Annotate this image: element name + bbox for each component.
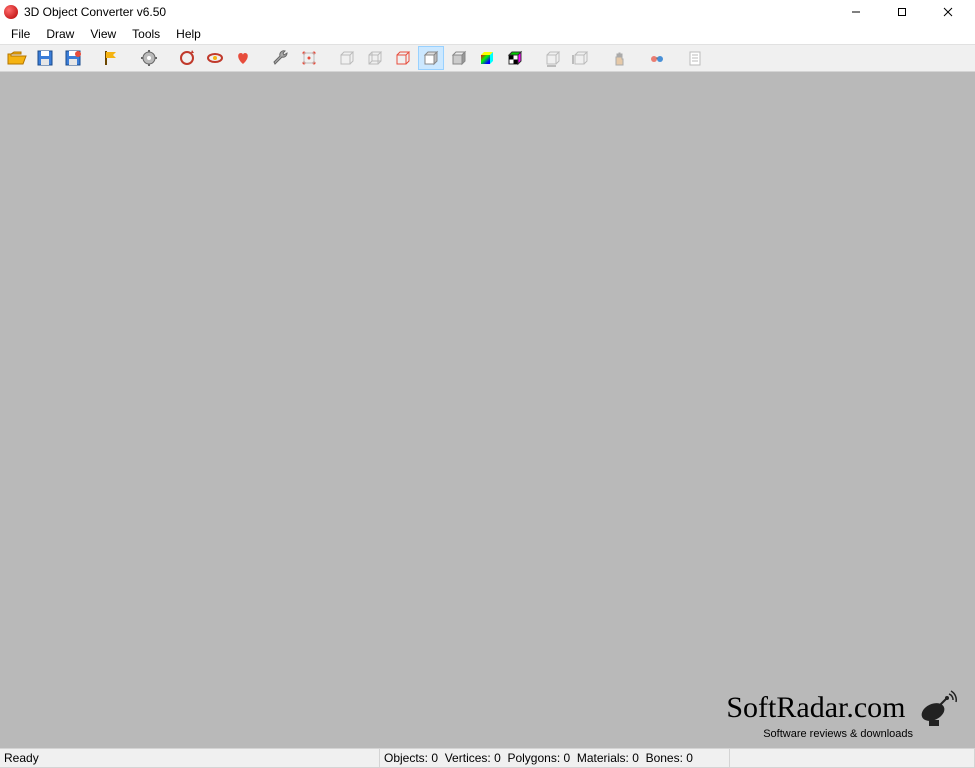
- app-icon: [4, 5, 18, 19]
- flag-button[interactable]: [98, 46, 124, 70]
- glasses-button[interactable]: [644, 46, 670, 70]
- maximize-icon: [897, 7, 907, 17]
- solid-button[interactable]: [418, 46, 444, 70]
- toolbar: [0, 44, 975, 72]
- points-button[interactable]: [296, 46, 322, 70]
- menu-bar: File Draw View Tools Help: [0, 24, 975, 44]
- status-bar: Ready Objects: 0 Vertices: 0 Polygons: 0…: [0, 748, 975, 768]
- rotate-heart-icon: [234, 49, 252, 67]
- settings-button[interactable]: [136, 46, 162, 70]
- watermark: SoftRadar.com Software reviews & downloa…: [726, 690, 957, 740]
- cube-wire2-icon: [366, 49, 384, 67]
- window-title: 3D Object Converter v6.50: [24, 5, 833, 19]
- close-icon: [943, 7, 953, 17]
- save-button[interactable]: [32, 46, 58, 70]
- cube-shaded-icon: [450, 49, 468, 67]
- rotate-heart-button[interactable]: [230, 46, 256, 70]
- measure2-button[interactable]: [568, 46, 594, 70]
- gear-icon: [140, 49, 158, 67]
- cube-color-icon: [478, 49, 496, 67]
- radar-icon: [917, 690, 957, 730]
- cube-measure2-icon: [572, 49, 590, 67]
- title-bar: 3D Object Converter v6.50: [0, 0, 975, 24]
- status-empty: [730, 749, 975, 768]
- status-stats: Objects: 0 Vertices: 0 Polygons: 0 Mater…: [380, 749, 730, 768]
- cube-measure1-icon: [544, 49, 562, 67]
- close-button[interactable]: [925, 0, 971, 24]
- wireframe2-button[interactable]: [362, 46, 388, 70]
- save-as-icon: [64, 49, 82, 67]
- points-icon: [300, 49, 318, 67]
- menu-tools[interactable]: Tools: [125, 26, 167, 42]
- glasses-icon: [648, 49, 666, 67]
- hand-button[interactable]: [606, 46, 632, 70]
- cube-checker-icon: [506, 49, 524, 67]
- list-icon: [686, 49, 704, 67]
- cube-solid-icon: [422, 49, 440, 67]
- wireframe1-button[interactable]: [334, 46, 360, 70]
- maximize-button[interactable]: [879, 0, 925, 24]
- cube-wire-red-icon: [394, 49, 412, 67]
- rotate-ring-icon: [206, 49, 224, 67]
- list-button[interactable]: [682, 46, 708, 70]
- cube-wire1-icon: [338, 49, 356, 67]
- rotate-ring-button[interactable]: [202, 46, 228, 70]
- menu-file[interactable]: File: [4, 26, 37, 42]
- status-ready: Ready: [0, 749, 380, 768]
- textured-button[interactable]: [502, 46, 528, 70]
- wireframe-red-button[interactable]: [390, 46, 416, 70]
- rotate-axis-button[interactable]: [174, 46, 200, 70]
- folder-open-icon: [7, 49, 27, 67]
- menu-view[interactable]: View: [83, 26, 123, 42]
- save-icon: [36, 49, 54, 67]
- wrench-icon: [272, 49, 290, 67]
- save-as-button[interactable]: [60, 46, 86, 70]
- minimize-button[interactable]: [833, 0, 879, 24]
- menu-draw[interactable]: Draw: [39, 26, 81, 42]
- wrench-button[interactable]: [268, 46, 294, 70]
- menu-help[interactable]: Help: [169, 26, 208, 42]
- colored-button[interactable]: [474, 46, 500, 70]
- minimize-icon: [851, 7, 861, 17]
- measure1-button[interactable]: [540, 46, 566, 70]
- window-controls: [833, 0, 971, 24]
- open-button[interactable]: [4, 46, 30, 70]
- hand-icon: [610, 49, 628, 67]
- rotate-axis-icon: [178, 49, 196, 67]
- app-window: 3D Object Converter v6.50 File Draw View…: [0, 0, 975, 768]
- viewport[interactable]: SoftRadar.com Software reviews & downloa…: [0, 72, 975, 748]
- shaded-button[interactable]: [446, 46, 472, 70]
- flag-icon: [102, 49, 120, 67]
- watermark-text: SoftRadar.com: [726, 691, 905, 724]
